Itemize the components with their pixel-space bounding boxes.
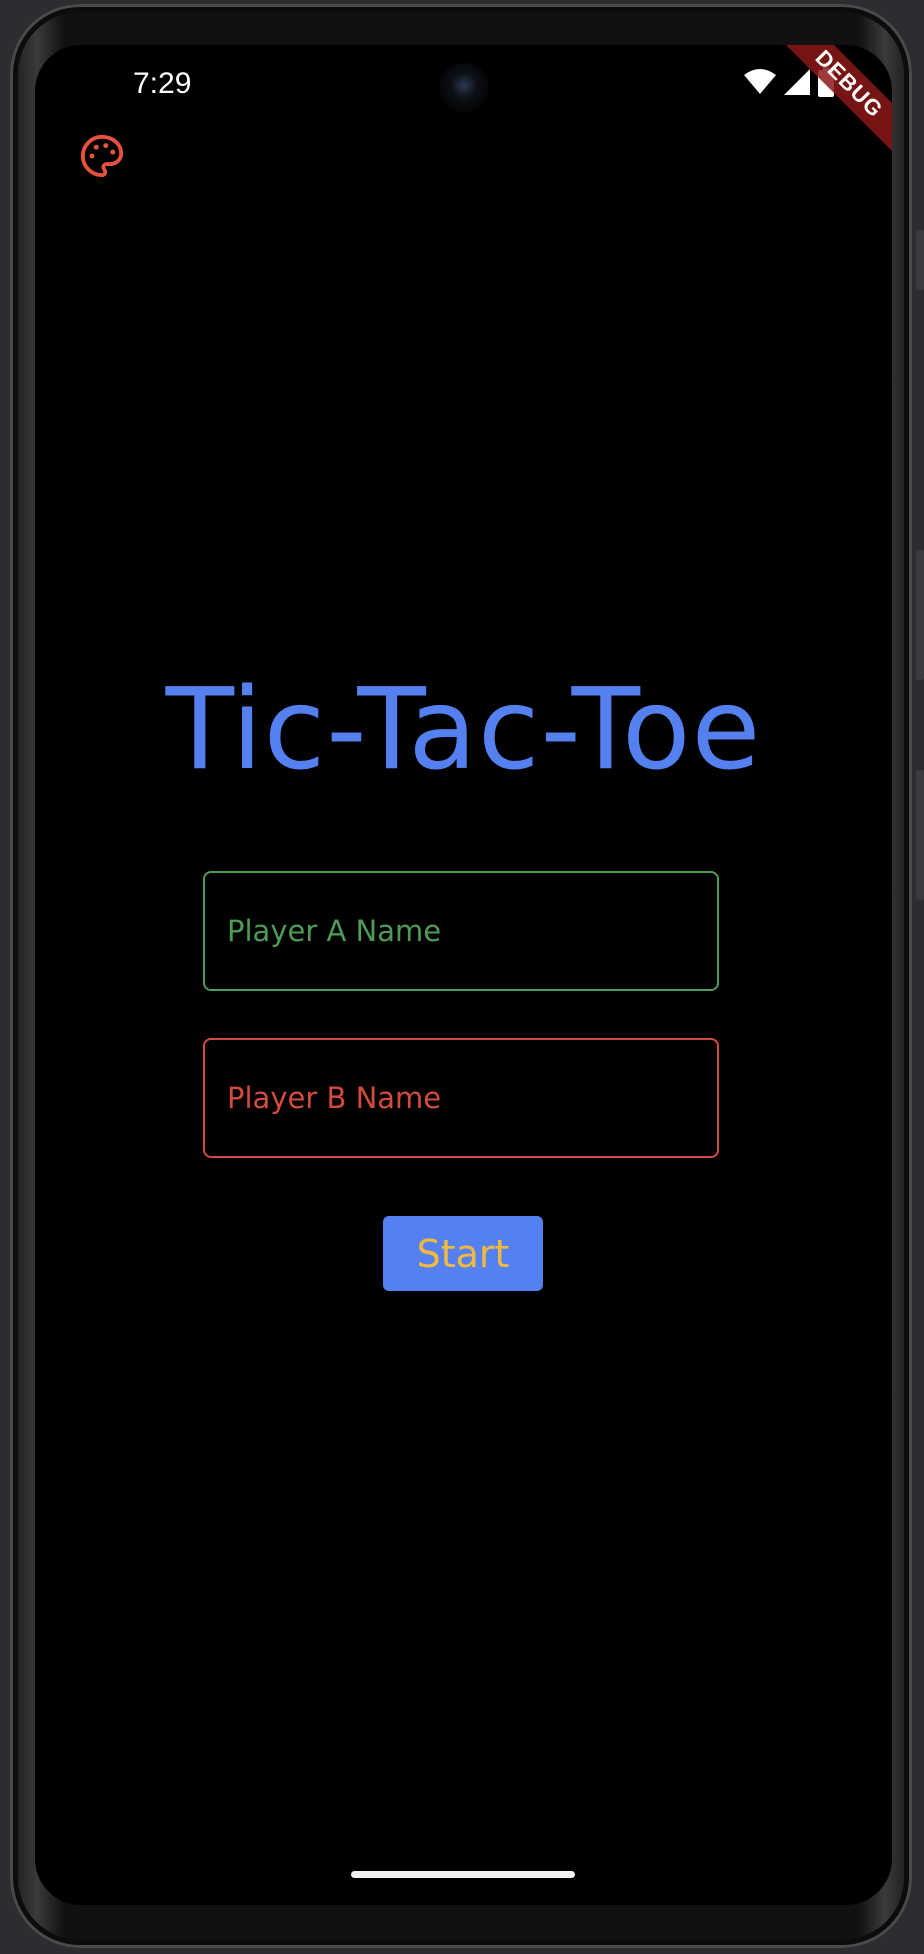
power-button bbox=[916, 230, 924, 290]
volume-up-button bbox=[916, 550, 924, 680]
palette-icon[interactable] bbox=[79, 133, 125, 179]
cellular-signal-icon bbox=[784, 69, 810, 99]
player-a-name-input[interactable] bbox=[203, 871, 719, 991]
front-camera bbox=[439, 63, 489, 113]
app-screen: 7:29 DEBUG Tic-Tac-Toe Player A Name Pla… bbox=[35, 45, 892, 1905]
wifi-icon bbox=[744, 69, 776, 99]
page-title: Tic-Tac-Toe bbox=[165, 665, 762, 795]
status-time: 7:29 bbox=[133, 67, 192, 100]
start-button[interactable]: Start bbox=[383, 1216, 543, 1291]
player-b-name-input[interactable] bbox=[203, 1038, 719, 1158]
volume-down-button bbox=[916, 770, 924, 900]
device-frame: 7:29 DEBUG Tic-Tac-Toe Player A Name Pla… bbox=[0, 0, 924, 1954]
home-indicator[interactable] bbox=[351, 1871, 575, 1878]
